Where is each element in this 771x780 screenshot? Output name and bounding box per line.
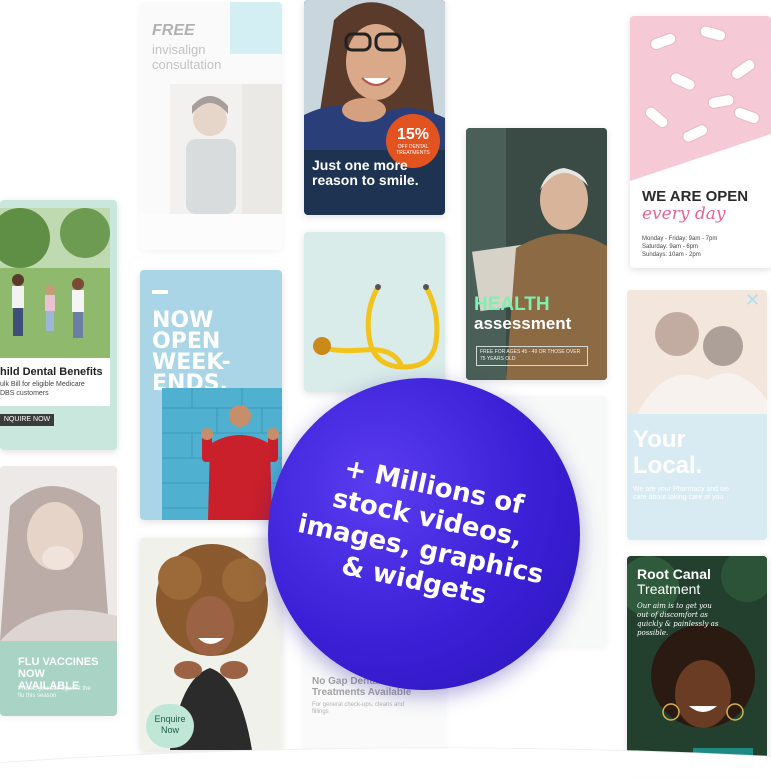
elderly-man-photo — [466, 128, 607, 380]
discount-badge-pct: 15% — [396, 126, 430, 143]
weekends-card[interactable]: NOW OPEN WEEK- ENDS. — [140, 270, 282, 520]
health-title-2: assessment — [474, 314, 572, 333]
pills-title: WE ARE OPEN — [642, 188, 749, 205]
smile-headline: Just one more reason to smile. — [312, 157, 419, 188]
pills-photo — [630, 16, 771, 181]
pills-hours-3: Sundays: 10am - 2pm — [642, 252, 701, 258]
family-park-photo — [0, 208, 110, 358]
pills-hours-2: Saturday: 9am - 6pm — [642, 244, 699, 250]
invisalign-shelf — [140, 214, 282, 250]
health-title-1: HEALTH — [474, 294, 550, 315]
root-canal-card[interactable]: Root Canal Treatment Our aim is to get y… — [627, 556, 767, 770]
root-canal-title-2: Treatment — [637, 581, 701, 597]
enquire-card[interactable]: Enquire Now — [140, 538, 282, 750]
weekends-headline: NOW OPEN WEEK- ENDS. — [152, 308, 231, 396]
stock-media-badge: + Millions of stock videos, images, grap… — [268, 378, 580, 690]
root-canal-title-1: Root Canal — [637, 566, 711, 582]
coughing-woman-photo — [0, 466, 117, 641]
no-gap-body: For general check-ups, cleans and fillin… — [312, 702, 405, 715]
local-card[interactable]: ✕ Your Local. We are your Pharmacy and w… — [627, 290, 767, 540]
stethoscope-illustration — [313, 284, 440, 370]
root-canal-body: Our aim is to get you out of discomfort … — [637, 602, 719, 637]
child-dental-cta[interactable]: NQUIRE NOW — [0, 414, 54, 426]
local-title-2: Local. — [633, 452, 703, 479]
health-card[interactable]: HEALTH assessment FREE FOR AGES 45 - 49 … — [466, 128, 607, 380]
invisalign-title: FREE — [152, 22, 195, 39]
discount-badge-sub: OFF DENTAL TREATMENTS — [396, 144, 430, 156]
man-red-sweater-photo — [162, 388, 282, 520]
local-title-1: Your — [633, 426, 686, 453]
child-dental-body: ulk Bill for eligible Medicare DBS custo… — [0, 381, 85, 397]
local-body: We are your Pharmacy and we care about t… — [633, 486, 729, 501]
invisalign-card[interactable]: FREE invisalign consultation — [140, 2, 282, 250]
pills-hours-1: Monday - Friday: 9am - 7pm — [642, 236, 718, 242]
child-dental-title: hild Dental Benefits — [0, 366, 103, 378]
invisalign-subtitle: invisalign consultation — [152, 42, 222, 72]
woman-photo — [170, 84, 282, 214]
flu-card[interactable]: FLU VACCINES NOW AVAILABLE Protect yours… — [0, 466, 117, 716]
stethoscope-card[interactable] — [304, 232, 445, 392]
flu-body: Protect yourself against the flu this se… — [18, 686, 91, 699]
pills-script: every day — [642, 204, 726, 224]
weekends-dash — [152, 290, 168, 294]
smile-card[interactable]: 15% OFF DENTAL TREATMENTS Just one more … — [304, 0, 445, 215]
health-note: FREE FOR AGES 45 - 49 OR THOSE OVER 75 Y… — [476, 346, 588, 366]
close-icon[interactable]: ✕ — [745, 290, 760, 311]
bottom-wave — [0, 747, 771, 778]
child-dental-card[interactable]: hild Dental Benefits ulk Bill for eligib… — [0, 200, 117, 450]
pills-card[interactable]: WE ARE OPEN every day Monday - Friday: 9… — [630, 16, 771, 268]
stock-media-badge-text: + Millions of stock videos, images, grap… — [295, 453, 547, 611]
